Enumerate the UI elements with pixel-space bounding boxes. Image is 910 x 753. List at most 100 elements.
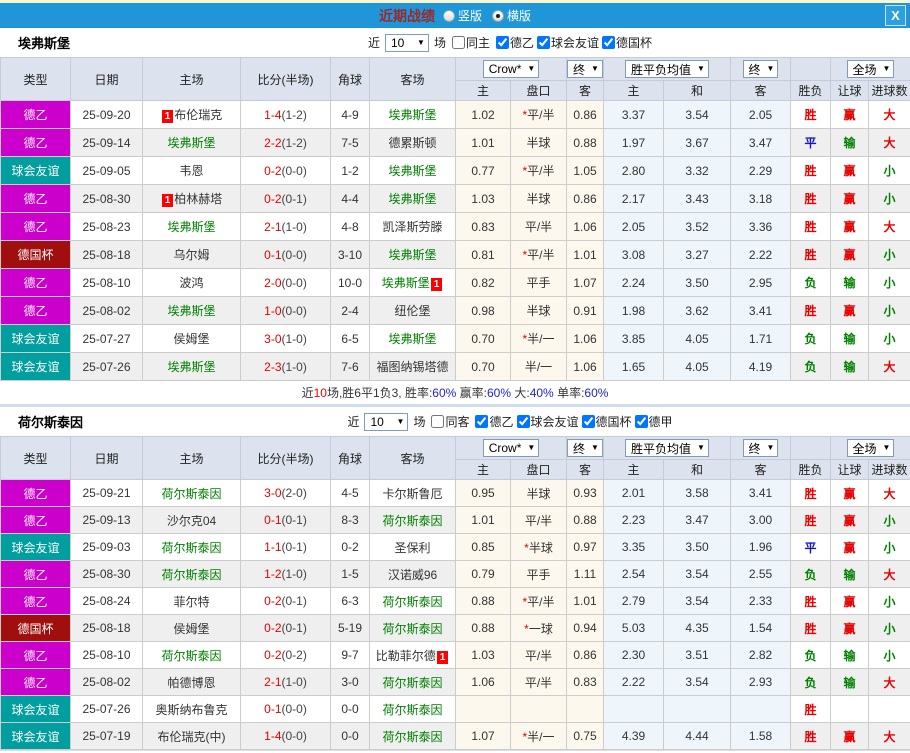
summary-segment: 场,胜6平1负3, 胜率: <box>326 386 433 400</box>
mean-final-select[interactable]: 终 ▼ <box>742 439 779 457</box>
scope-select[interactable]: 全场 ▼ <box>846 439 895 457</box>
match-type-label: 德乙 <box>23 276 48 290</box>
handicap-label: 半球 <box>526 304 551 318</box>
halftime-score: (1-0) <box>281 359 307 374</box>
match-type-badge: 德乙 <box>0 506 71 534</box>
match-type-badge: 德乙 <box>0 268 71 297</box>
radio-icon[interactable] <box>442 9 455 22</box>
titlebar-center: 近期战绩 竖版 横版 <box>379 6 531 26</box>
odds-source-select[interactable]: Crow* ▼ <box>482 60 540 78</box>
league-filter-2[interactable]: 德国杯 <box>599 34 652 51</box>
result-outcome: 胜 <box>790 506 831 534</box>
match-date: 25-09-20 <box>70 100 143 129</box>
handicap-label: 半球 <box>526 486 551 501</box>
close-button[interactable]: X <box>885 5 906 26</box>
same-venue-checkbox[interactable] <box>431 415 445 428</box>
result-spacer-header <box>790 57 831 81</box>
odds-home: 0.98 <box>455 296 511 325</box>
match-date: 25-07-27 <box>70 324 143 353</box>
games-count-select[interactable]: 10 ▼ <box>364 412 409 431</box>
chevron-down-icon: ▼ <box>766 64 775 73</box>
result-handicap: 赢 <box>830 722 869 750</box>
chevron-down-icon: ▼ <box>591 64 599 73</box>
mean-type-select[interactable]: 胜平负均值 ▼ <box>625 439 709 457</box>
away-team: 埃弗斯堡 <box>369 184 456 213</box>
league-filter-2[interactable]: 德国杯 <box>579 413 632 430</box>
result-handicap: 赢 <box>830 506 869 534</box>
home-team-name: 埃弗斯堡 <box>167 360 216 374</box>
match-score: 2-2(1-2) <box>240 128 331 157</box>
league-filter-0[interactable]: 德乙 <box>493 34 534 51</box>
same-venue-filter[interactable]: 同客 <box>428 413 469 430</box>
mean-away: 3.41 <box>730 296 791 325</box>
fulltime-score: 2-0 <box>264 275 282 290</box>
subcol-goals: 进球数 <box>868 459 910 480</box>
home-team-name: 荷尔斯泰因 <box>161 486 222 501</box>
league-filter-1[interactable]: 球会友谊 <box>534 34 599 51</box>
league-checkbox-2[interactable] <box>602 35 616 49</box>
odds-final-select[interactable]: 终 ▼ <box>567 60 603 78</box>
corner-score: 4-4 <box>330 184 370 213</box>
layout-radio-1[interactable]: 横版 <box>492 7 531 24</box>
chevron-down-icon: ▼ <box>882 64 891 73</box>
chevron-down-icon: ▼ <box>417 37 425 47</box>
fulltime-score: 1-0 <box>264 303 282 318</box>
match-row: 德国杯 25-08-18 侯姆堡 0-2(0-1) 5-19 荷尔斯泰因 0.88 *一球 0.… <box>0 614 910 642</box>
league-filter-3[interactable]: 德甲 <box>632 413 673 430</box>
same-venue-filter[interactable]: 同主 <box>449 34 490 51</box>
odds-source-select[interactable]: Crow* ▼ <box>482 439 540 457</box>
league-checkbox-1[interactable] <box>516 414 530 428</box>
sections-container: 埃弗斯堡 近 10 ▼ 场 同主 德乙 球会友谊 德国杯 类型 日期 主场 比分… <box>0 28 910 750</box>
away-team: 德累斯顿 <box>369 128 456 157</box>
home-team-name: 荷尔斯泰因 <box>161 540 222 555</box>
mean-draw: 3.67 <box>663 128 731 157</box>
handicap: 半球 <box>510 128 567 157</box>
mean-home: 2.23 <box>603 506 664 534</box>
same-venue-checkbox[interactable] <box>451 36 465 49</box>
handicap-label: 平/半 <box>527 594 555 609</box>
away-team-name: 比勒菲尔德 <box>375 648 436 663</box>
scope-select[interactable]: 全场 ▼ <box>846 60 895 78</box>
home-team-name: 柏林赫塔 <box>174 192 223 206</box>
radio-icon[interactable] <box>492 9 504 22</box>
away-team-name: 荷尔斯泰因 <box>382 675 443 690</box>
result-outcome: 胜 <box>790 479 831 507</box>
match-type-badge: 球会友谊 <box>0 722 71 750</box>
odds-home: 0.77 <box>455 156 511 185</box>
mean-final-select[interactable]: 终 ▼ <box>742 60 779 78</box>
odds-final-select[interactable]: 终 ▼ <box>567 439 603 457</box>
away-team: 荷尔斯泰因 <box>369 695 456 723</box>
result-handicap: 赢 <box>830 184 869 213</box>
result-handicap: 赢 <box>830 296 869 325</box>
halftime-score: (0-2) <box>281 648 307 662</box>
away-team-name: 圣保利 <box>394 540 431 555</box>
league-checkbox-3[interactable] <box>634 414 648 428</box>
mean-type-select[interactable]: 胜平负均值 ▼ <box>625 60 709 78</box>
mean-draw <box>663 695 731 723</box>
handicap: 半球 <box>510 296 567 325</box>
match-type-label: 德乙 <box>23 567 48 582</box>
fulltime-score: 0-2 <box>264 648 282 662</box>
red-card-badge: 1 <box>161 110 174 123</box>
corner-score: 4-5 <box>330 479 370 507</box>
fulltime-score: 3-0 <box>264 486 282 500</box>
layout-radio-label: 竖版 <box>457 9 482 23</box>
odds-home: 0.95 <box>455 479 511 507</box>
league-checkbox-2[interactable] <box>581 414 595 428</box>
subcol-outcome: 胜负 <box>790 459 831 480</box>
league-checkbox-0[interactable] <box>496 35 509 49</box>
games-count-select[interactable]: 10 ▼ <box>384 33 429 52</box>
mean-draw: 4.05 <box>663 324 731 353</box>
home-team-name: 帕德博恩 <box>167 675 216 690</box>
away-team-name: 荷尔斯泰因 <box>382 621 443 636</box>
league-checkbox-0[interactable] <box>475 414 489 428</box>
league-filter-0[interactable]: 德乙 <box>472 413 514 430</box>
odds-home: 0.88 <box>455 614 511 642</box>
odds-home: 1.02 <box>455 100 511 129</box>
league-filter-1[interactable]: 球会友谊 <box>514 413 579 430</box>
home-team: 埃弗斯堡 <box>142 296 241 325</box>
league-checkbox-1[interactable] <box>537 35 551 49</box>
league-label: 德乙 <box>489 414 514 429</box>
layout-radio-0[interactable]: 竖版 <box>442 7 482 24</box>
halftime-score: (1-0) <box>281 331 307 346</box>
